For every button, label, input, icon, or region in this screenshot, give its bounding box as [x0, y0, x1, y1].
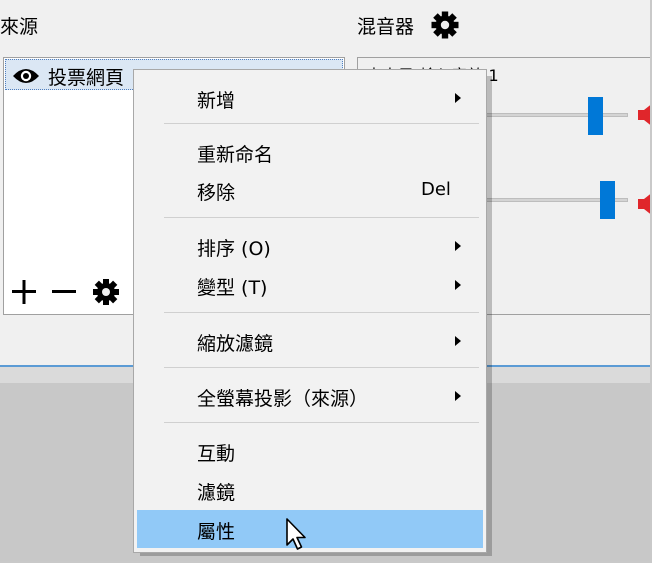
- menu-separator: [164, 312, 479, 313]
- menu-item-label: 屬性: [197, 521, 236, 543]
- menu-item-order[interactable]: 排序 (O): [137, 227, 483, 265]
- submenu-arrow-icon: [455, 280, 461, 290]
- menu-separator: [164, 123, 479, 124]
- speaker-icon[interactable]: [632, 101, 652, 129]
- menu-item-label: 移除: [197, 182, 236, 204]
- submenu-arrow-icon: [455, 241, 461, 251]
- menu-item-shortcut: Del: [421, 179, 451, 200]
- eye-icon[interactable]: [12, 66, 40, 86]
- menu-item-rename[interactable]: 重新命名: [137, 133, 483, 171]
- context-menu: 新增 重新命名 移除 Del 排序 (O) 變型 (T) 縮放濾鏡 全螢幕投影（…: [133, 69, 487, 553]
- menu-separator: [164, 422, 479, 423]
- mouse-cursor-icon: [286, 518, 306, 550]
- menu-separator: [164, 217, 479, 218]
- submenu-arrow-icon: [455, 336, 461, 346]
- gear-icon[interactable]: [89, 272, 123, 312]
- volume-track-1: [478, 113, 628, 117]
- mixer-gear-icon[interactable]: [430, 10, 460, 40]
- sources-panel-title: 來源: [0, 16, 39, 38]
- menu-item-label: 新增: [197, 90, 236, 112]
- menu-item-label: 排序 (O): [197, 238, 271, 260]
- submenu-arrow-icon: [455, 391, 461, 401]
- menu-item-add[interactable]: 新增: [137, 79, 483, 117]
- menu-item-label: 濾鏡: [197, 482, 236, 504]
- add-icon[interactable]: [7, 272, 41, 312]
- menu-item-filters[interactable]: 濾鏡: [137, 471, 483, 509]
- speaker-icon[interactable]: [632, 190, 652, 218]
- source-item-label: 投票網頁: [48, 67, 125, 89]
- submenu-arrow-icon: [455, 93, 461, 103]
- menu-item-label: 全螢幕投影（來源）: [197, 388, 369, 410]
- volume-slider-1[interactable]: [587, 97, 603, 135]
- menu-item-interact[interactable]: 互動: [137, 432, 483, 470]
- volume-slider-2[interactable]: [599, 181, 615, 219]
- menu-item-label: 重新命名: [197, 144, 274, 166]
- remove-icon[interactable]: [47, 272, 81, 312]
- menu-item-transform[interactable]: 變型 (T): [137, 266, 483, 304]
- menu-separator: [164, 367, 479, 368]
- menu-item-label: 變型 (T): [197, 277, 268, 299]
- menu-item-label: 縮放濾鏡: [197, 333, 274, 355]
- menu-item-fullscreen-projector[interactable]: 全螢幕投影（來源）: [137, 377, 483, 415]
- menu-item-scale-filter[interactable]: 縮放濾鏡: [137, 322, 483, 360]
- mixer-panel-title: 混音器: [357, 16, 415, 38]
- menu-item-label: 互動: [197, 443, 236, 465]
- menu-item-remove[interactable]: 移除 Del: [137, 171, 483, 209]
